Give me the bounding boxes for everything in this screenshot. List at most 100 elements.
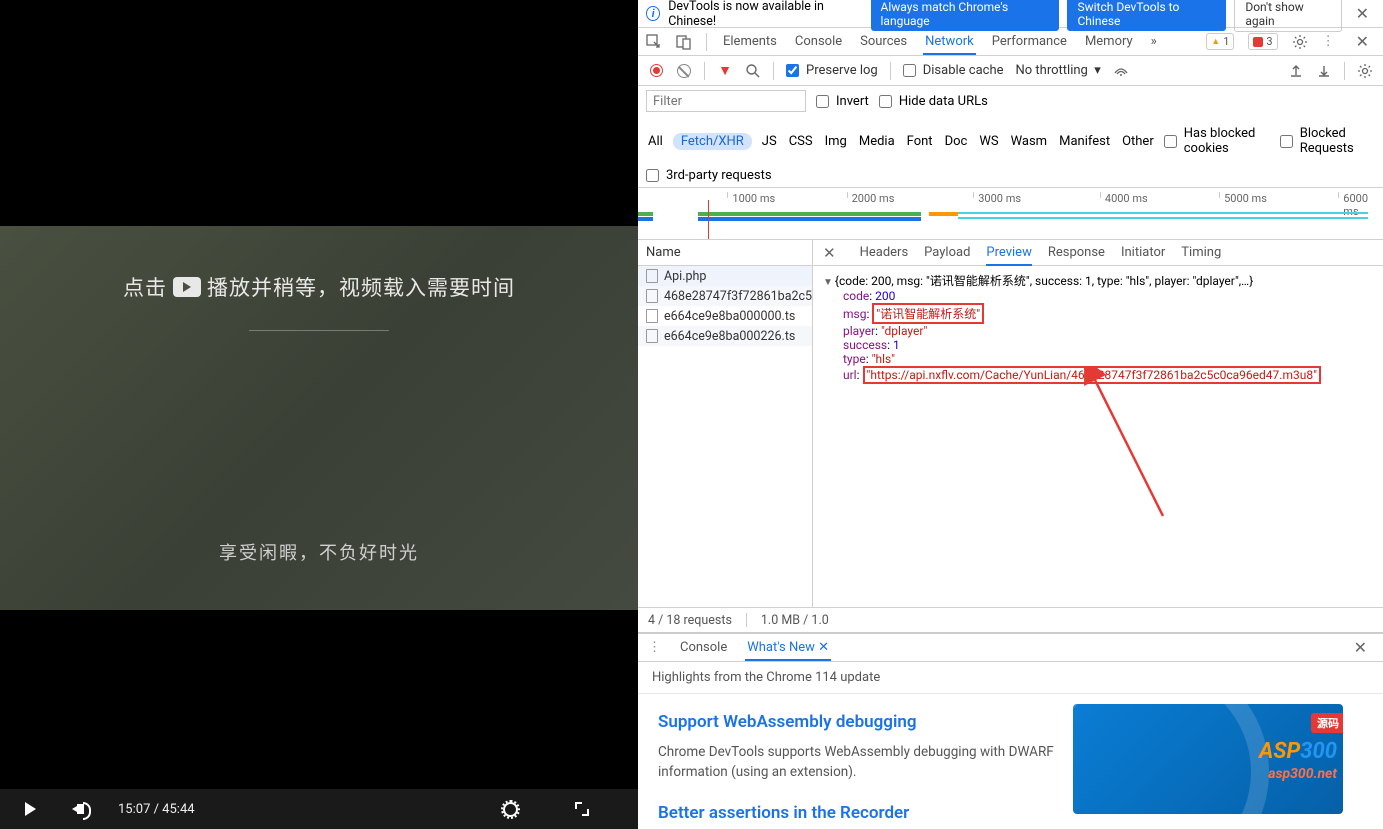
play-button[interactable]	[18, 797, 42, 821]
request-row[interactable]: 468e28747f3f72861ba2c5...	[638, 286, 812, 306]
clear-button[interactable]	[676, 63, 692, 79]
fullscreen-button[interactable]	[570, 797, 594, 821]
tab-network[interactable]: Network	[923, 29, 976, 55]
tick: 6000 ms	[1338, 192, 1383, 198]
json-field: type: "hls"	[843, 352, 1373, 366]
tab-memory[interactable]: Memory	[1083, 29, 1135, 54]
checkbox[interactable]	[816, 95, 829, 108]
filter-other[interactable]: Other	[1120, 133, 1156, 150]
close-detail-button[interactable]: ✕	[823, 244, 836, 262]
file-icon	[646, 289, 658, 303]
warnings-badge[interactable]: 1	[1206, 33, 1234, 50]
tab-performance[interactable]: Performance	[990, 29, 1069, 54]
device-toolbar-icon[interactable]	[676, 34, 692, 50]
blocked-requests-checkbox[interactable]: Blocked Requests	[1280, 126, 1375, 156]
drawer-highlight: Highlights from the Chrome 114 update	[638, 662, 1383, 694]
switch-to-chinese-button[interactable]: Switch DevTools to Chinese	[1067, 0, 1226, 31]
tab-console[interactable]: Console	[793, 29, 844, 54]
filter-media[interactable]: Media	[857, 133, 897, 150]
import-har-button[interactable]	[1288, 63, 1304, 79]
checkbox[interactable]	[1164, 135, 1177, 148]
close-drawer-button[interactable]: ✕	[1348, 638, 1373, 657]
divider	[706, 33, 707, 51]
always-match-language-button[interactable]: Always match Chrome's language	[871, 0, 1060, 31]
filter-img[interactable]: Img	[823, 133, 849, 150]
label: Has blocked cookies	[1184, 126, 1272, 156]
url-highlighted: "https://api.nxflv.com/Cache/YunLian/468…	[867, 368, 1317, 382]
settings-icon[interactable]	[1292, 34, 1308, 50]
checkbox[interactable]	[903, 64, 916, 77]
invert-checkbox[interactable]: Invert	[816, 94, 869, 109]
search-button[interactable]	[745, 63, 761, 79]
tab-payload[interactable]: Payload	[924, 241, 970, 264]
video-area[interactable]: 点击 播放并稍等，视频载入需要时间 享受闲暇，不负好时光	[0, 0, 638, 789]
request-row[interactable]: Api.php	[638, 266, 812, 286]
filter-input[interactable]	[646, 90, 806, 112]
errors-badge[interactable]: 3	[1248, 33, 1277, 50]
drawer-tabs: ⋮ Console What's New ✕ ✕	[638, 634, 1383, 662]
preserve-log-checkbox[interactable]: Preserve log	[786, 63, 878, 78]
divider	[890, 62, 891, 80]
filter-js[interactable]: JS	[760, 133, 779, 150]
request-row[interactable]: e664ce9e8ba000000.ts	[638, 306, 812, 326]
tab-preview[interactable]: Preview	[986, 241, 1031, 266]
divider	[773, 62, 774, 80]
volume-button[interactable]	[68, 797, 92, 821]
banner-subtitle: 享受闲暇，不负好时光	[219, 539, 419, 565]
network-timeline[interactable]: 1000 ms 2000 ms 3000 ms 4000 ms 5000 ms …	[638, 188, 1383, 240]
record-button[interactable]	[648, 63, 664, 79]
filter-doc[interactable]: Doc	[943, 133, 970, 150]
request-name: 468e28747f3f72861ba2c5...	[664, 289, 812, 304]
warning-count: 1	[1223, 35, 1229, 48]
request-row[interactable]: e664ce9e8ba000226.ts	[638, 326, 812, 346]
banner-text: 点击	[123, 272, 167, 302]
column-header-name[interactable]: Name	[638, 240, 812, 266]
tick: 2000 ms	[847, 192, 895, 198]
video-player-panel: 点击 播放并稍等，视频载入需要时间 享受闲暇，不负好时光 15:07 / 45:…	[0, 0, 638, 829]
inspect-element-icon[interactable]	[646, 34, 662, 50]
settings-button[interactable]	[498, 797, 522, 821]
disable-cache-checkbox[interactable]: Disable cache	[903, 63, 1004, 78]
filter-all[interactable]: All	[646, 133, 665, 150]
filter-fetch-xhr[interactable]: Fetch/XHR	[673, 133, 752, 150]
tab-elements[interactable]: Elements	[721, 29, 779, 54]
filter-css[interactable]: CSS	[787, 133, 815, 150]
checkbox[interactable]	[1280, 135, 1293, 148]
close-devtools-button[interactable]: ✕	[1350, 32, 1375, 51]
filter-ws[interactable]: WS	[977, 133, 1000, 150]
network-settings-icon[interactable]	[1357, 63, 1373, 79]
drawer-tab-console[interactable]: Console	[678, 635, 729, 660]
more-tabs-button[interactable]: »	[1149, 29, 1159, 54]
tab-timing[interactable]: Timing	[1181, 241, 1221, 264]
network-conditions-icon[interactable]	[1113, 63, 1129, 79]
checkbox[interactable]	[646, 169, 659, 182]
drawer-menu-button[interactable]: ⋮	[648, 640, 662, 655]
tab-initiator[interactable]: Initiator	[1121, 241, 1165, 264]
checkbox[interactable]	[786, 64, 799, 77]
filter-wasm[interactable]: Wasm	[1009, 133, 1050, 150]
export-har-button[interactable]	[1316, 63, 1332, 79]
dont-show-again-button[interactable]: Don't show again	[1234, 0, 1341, 32]
tab-headers[interactable]: Headers	[860, 241, 909, 264]
third-party-checkbox[interactable]: 3rd-party requests	[646, 168, 1375, 183]
time-display: 15:07 / 45:44	[118, 802, 498, 817]
label: Hide data URLs	[899, 94, 988, 109]
more-options-button[interactable]: ⋮	[1322, 34, 1336, 49]
request-list: Name Api.php 468e28747f3f72861ba2c5... e…	[638, 240, 813, 607]
preview-content[interactable]: ▼{code: 200, msg: "诺讯智能解析系统", success: 1…	[813, 266, 1383, 607]
whats-new-content[interactable]: Support WebAssembly debugging Chrome Dev…	[638, 694, 1383, 829]
throttling-select[interactable]: No throttling ▾	[1016, 63, 1101, 78]
blocked-cookies-checkbox[interactable]: Has blocked cookies	[1164, 126, 1272, 156]
filter-font[interactable]: Font	[905, 133, 935, 150]
hide-data-urls-checkbox[interactable]: Hide data URLs	[879, 94, 988, 109]
close-infobar-button[interactable]: ✕	[1350, 4, 1375, 23]
tick: 4000 ms	[1100, 192, 1148, 198]
filter-manifest[interactable]: Manifest	[1057, 133, 1112, 150]
tab-response[interactable]: Response	[1048, 241, 1105, 264]
logo-badge: 源码	[1311, 713, 1343, 733]
json-root[interactable]: ▼{code: 200, msg: "诺讯智能解析系统", success: 1…	[823, 272, 1373, 289]
drawer-tab-whats-new[interactable]: What's New ✕	[745, 635, 831, 661]
filter-toggle-button[interactable]: ▼	[717, 63, 733, 79]
tab-sources[interactable]: Sources	[858, 29, 909, 54]
checkbox[interactable]	[879, 95, 892, 108]
